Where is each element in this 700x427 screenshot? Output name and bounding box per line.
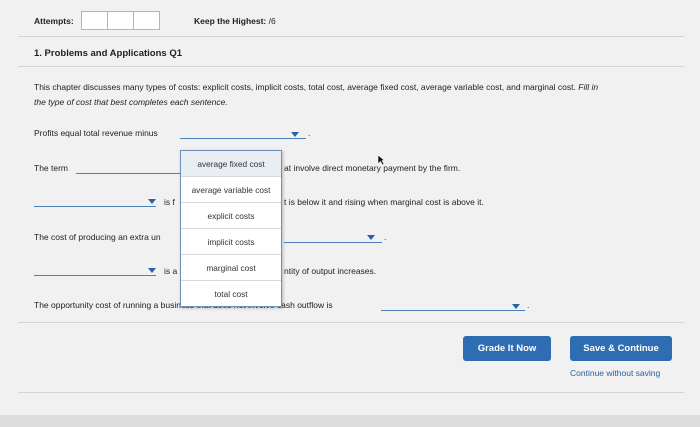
keep-highest-value: /6 <box>268 16 276 26</box>
attempts-boxes <box>81 11 160 30</box>
dropdown-option[interactable]: average variable cost <box>181 176 281 202</box>
intro-fill-in: Fill in <box>578 82 599 92</box>
chevron-down-icon[interactable] <box>148 268 156 273</box>
sentence-2-start: The term <box>34 163 69 173</box>
sentence-4: The cost of producing an extra un <box>34 232 161 242</box>
sentence-1-select[interactable] <box>180 128 306 139</box>
dropdown-option[interactable]: total cost <box>181 280 281 306</box>
sentence-5-select[interactable] <box>34 265 156 276</box>
intro-text: This chapter discusses many types of cos… <box>34 82 576 92</box>
sentence-5-end: ntity of output increases. <box>284 266 377 276</box>
dropdown-option[interactable]: marginal cost <box>181 254 281 280</box>
keep-highest-text: Keep the Highest: <box>194 16 267 26</box>
chevron-down-icon[interactable] <box>367 235 375 240</box>
question-intro: This chapter discusses many types of cos… <box>34 80 694 110</box>
sentence-3-mid: is f <box>164 197 175 207</box>
dropdown-option[interactable]: explicit costs <box>181 202 281 228</box>
title-divider <box>18 66 684 67</box>
attempt-box <box>81 11 108 30</box>
intro-instruction: the type of cost that best completes eac… <box>34 97 228 107</box>
question-title: 1. Problems and Applications Q1 <box>34 48 182 59</box>
attempt-box <box>133 11 160 30</box>
sentence-5-mid: is a <box>164 266 178 276</box>
content-divider <box>18 322 684 323</box>
dropdown-option[interactable]: implicit costs <box>181 228 281 254</box>
sentence-2-select[interactable] <box>76 163 180 174</box>
keep-highest-label: Keep the Highest: /6 <box>194 16 276 26</box>
assignment-page: Attempts: Keep the Highest: /6 1. Proble… <box>0 0 700 427</box>
header-divider <box>18 36 684 37</box>
sentence-1: Profits equal total revenue minus <box>34 128 158 138</box>
period: . <box>384 232 387 242</box>
chevron-down-icon[interactable] <box>512 304 520 309</box>
period: . <box>527 300 530 310</box>
sentence-2-end: at involve direct monetary payment by th… <box>284 163 461 173</box>
sentence-3-select[interactable] <box>34 196 156 207</box>
grade-now-button[interactable]: Grade It Now <box>463 336 551 361</box>
chevron-down-icon[interactable] <box>148 199 156 204</box>
attempt-box <box>107 11 134 30</box>
footer-divider <box>18 392 684 393</box>
pointer-cursor-icon <box>377 154 385 166</box>
sentence-3-end: t is below it and rising when marginal c… <box>284 197 484 207</box>
dropdown-option[interactable]: average fixed cost <box>181 151 281 176</box>
continue-without-saving-link[interactable]: Continue without saving <box>570 368 660 378</box>
bottom-band <box>0 415 700 427</box>
sentence-6-select[interactable] <box>381 300 525 311</box>
save-continue-button[interactable]: Save & Continue <box>570 336 672 361</box>
cost-type-dropdown-list: average fixed cost average variable cost… <box>180 150 282 307</box>
chevron-down-icon[interactable] <box>291 132 299 137</box>
period: . <box>308 128 311 138</box>
attempts-label: Attempts: <box>34 16 74 26</box>
